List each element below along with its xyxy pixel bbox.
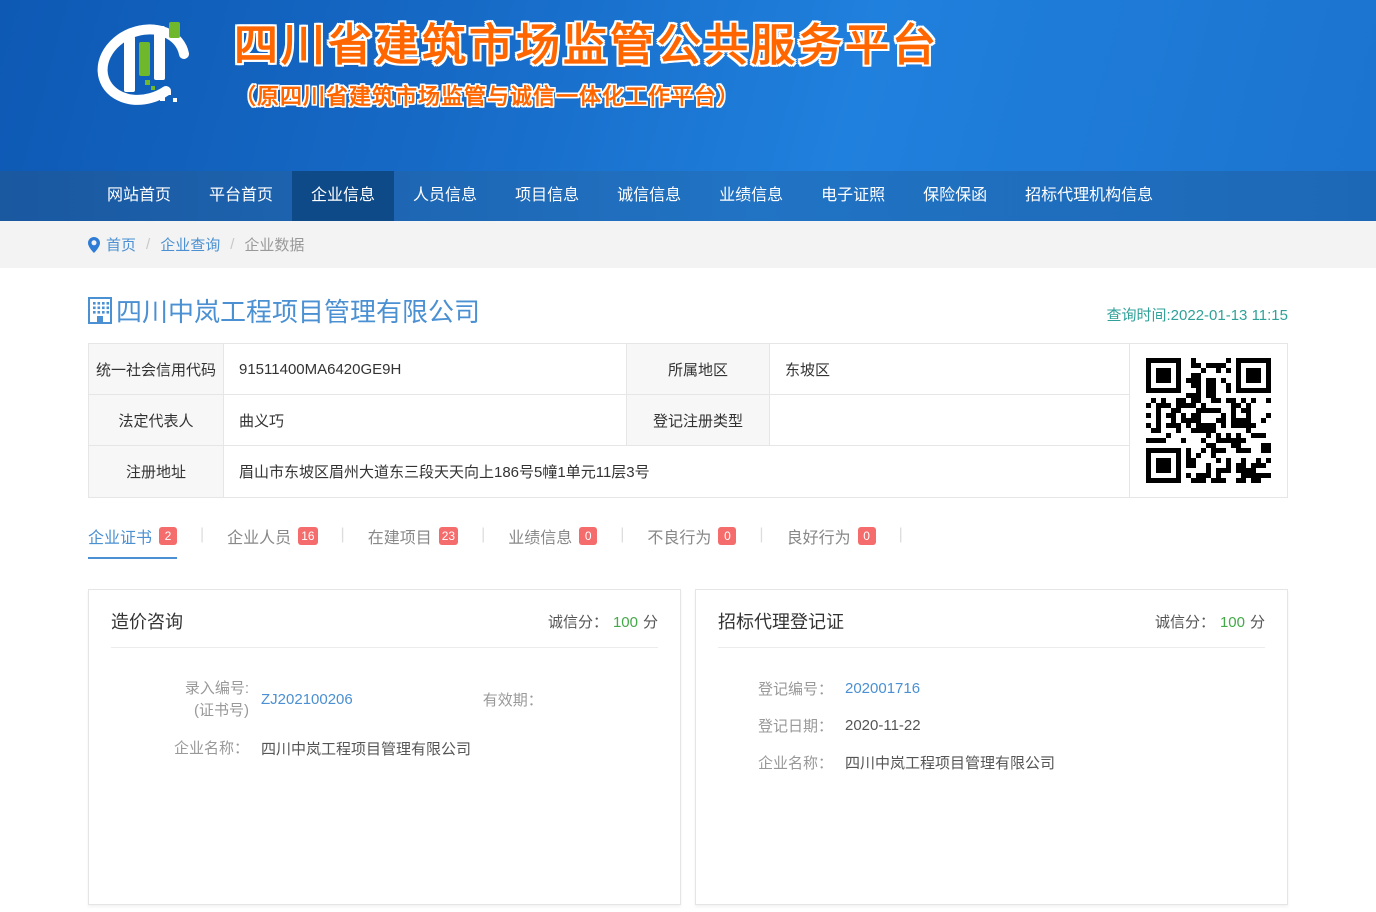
breadcrumb-enterprise-query-link[interactable]: 企业查询 <box>160 234 220 255</box>
company-title: 四川中岚工程项目管理有限公司 <box>88 292 480 329</box>
breadcrumb-home-link[interactable]: 首页 <box>106 234 136 255</box>
tab-enterprise-personnel[interactable]: 企业人员 16 <box>227 524 317 559</box>
reg-type-value <box>770 395 1130 446</box>
reg-date-value: 2020-11-22 <box>845 717 921 734</box>
breadcrumb-current: 企业数据 <box>244 234 304 255</box>
tab-label: 企业证书 <box>88 524 152 548</box>
nav-item-performance-info[interactable]: 业绩信息 <box>700 171 802 221</box>
credit-score: 诚信分： 100 分 <box>548 611 658 632</box>
credit-score-label: 诚信分： <box>548 614 608 631</box>
nav-item-insurance-guarantee[interactable]: 保险保函 <box>904 171 1006 221</box>
credit-score-unit: 分 <box>643 614 658 631</box>
validity-label: 有效期： <box>483 689 543 710</box>
site-subtitle: （原四川省建筑市场监管与诚信一体化工作平台） <box>234 79 939 111</box>
credit-score-value: 100 <box>1220 614 1245 631</box>
company-name-label: 企业名称： <box>718 752 833 773</box>
nav-item-site-home[interactable]: 网站首页 <box>88 171 190 221</box>
region-value: 东坡区 <box>770 344 1130 395</box>
tab-count-badge: 2 <box>159 527 177 545</box>
region-label: 所属地区 <box>627 344 770 395</box>
tab-enterprise-certificates[interactable]: 企业证书 2 <box>88 524 177 559</box>
company-name: 四川中岚工程项目管理有限公司 <box>116 292 480 329</box>
reg-no-link[interactable]: 202001716 <box>845 680 920 697</box>
tab-label: 业绩信息 <box>508 524 572 548</box>
tab-label: 良好行为 <box>787 524 851 548</box>
credit-score-label: 诚信分： <box>1155 614 1215 631</box>
detail-tabs: 企业证书 2 | 企业人员 16 | 在建项目 23 | 业绩信息 0 | 不良… <box>88 524 1288 559</box>
certificate-card-bidding-agency: 招标代理登记证 诚信分： 100 分 登记编号： 202001716 登记日期： 2… <box>695 589 1288 905</box>
reg-date-label: 登记日期： <box>718 715 833 736</box>
tab-good-behavior[interactable]: 良好行为 0 <box>787 524 876 559</box>
nav-item-enterprise-info[interactable]: 企业信息 <box>292 171 394 221</box>
legal-rep-label: 法定代表人 <box>89 395 224 446</box>
platform-logo-icon <box>88 12 198 124</box>
tab-separator: | <box>481 524 485 546</box>
card-title: 造价咨询 <box>111 608 183 634</box>
breadcrumb-separator: / <box>230 236 234 253</box>
tab-label: 不良行为 <box>647 524 711 548</box>
legal-rep-value: 曲义巧 <box>224 395 627 446</box>
tab-count-badge: 0 <box>858 527 876 545</box>
site-title: 四川省建筑市场监管公共服务平台 <box>234 22 939 70</box>
cert-no-label: 录入编号: (证书号) <box>111 678 249 722</box>
nav-item-personnel-info[interactable]: 人员信息 <box>394 171 496 221</box>
site-header: 四川省建筑市场监管公共服务平台 （原四川省建筑市场监管与诚信一体化工作平台） <box>0 0 1376 171</box>
qr-code <box>1130 344 1287 497</box>
credit-score: 诚信分： 100 分 <box>1155 611 1265 632</box>
nav-item-project-info[interactable]: 项目信息 <box>496 171 598 221</box>
tab-separator: | <box>341 524 345 546</box>
nav-item-platform-home[interactable]: 平台首页 <box>190 171 292 221</box>
main-nav: 网站首页 平台首页 企业信息 人员信息 项目信息 诚信信息 业绩信息 电子证照 … <box>0 171 1376 221</box>
tab-separator: | <box>200 524 204 546</box>
company-name-value: 四川中岚工程项目管理有限公司 <box>845 752 1055 773</box>
tab-bad-behavior[interactable]: 不良行为 0 <box>647 524 736 559</box>
nav-item-bidding-agency-info[interactable]: 招标代理机构信息 <box>1006 171 1172 221</box>
cert-no-link[interactable]: ZJ202100206 <box>261 691 353 708</box>
breadcrumb-bar: 首页 / 企业查询 / 企业数据 <box>0 221 1376 268</box>
company-name-label: 企业名称： <box>111 738 249 760</box>
tab-count-badge: 16 <box>298 527 317 545</box>
reg-type-label: 登记注册类型 <box>627 395 770 446</box>
address-label: 注册地址 <box>89 446 224 497</box>
tab-label: 企业人员 <box>227 524 291 548</box>
address-value: 眉山市东坡区眉州大道东三段天天向上186号5幢1单元11层3号 <box>224 446 1130 497</box>
card-title: 招标代理登记证 <box>718 608 844 634</box>
location-pin-icon <box>88 237 100 253</box>
tab-separator: | <box>899 524 903 546</box>
tab-projects-in-progress[interactable]: 在建项目 23 <box>368 524 458 559</box>
breadcrumb-separator: / <box>146 236 150 253</box>
reg-no-label: 登记编号： <box>718 678 833 699</box>
credit-code-label: 统一社会信用代码 <box>89 344 224 395</box>
tab-label: 在建项目 <box>368 524 432 548</box>
tab-count-badge: 0 <box>718 527 736 545</box>
credit-score-value: 100 <box>613 614 638 631</box>
building-icon <box>88 297 112 324</box>
credit-code-value: 91511400MA6420GE9H <box>224 344 627 395</box>
tab-count-badge: 0 <box>579 527 597 545</box>
tab-performance-info[interactable]: 业绩信息 0 <box>508 524 597 559</box>
tab-count-badge: 23 <box>439 527 458 545</box>
tab-separator: | <box>759 524 763 546</box>
nav-item-credit-info[interactable]: 诚信信息 <box>598 171 700 221</box>
nav-item-e-certificate[interactable]: 电子证照 <box>802 171 904 221</box>
tab-separator: | <box>620 524 624 546</box>
company-name-value: 四川中岚工程项目管理有限公司 <box>261 738 471 759</box>
breadcrumb: 首页 / 企业查询 / 企业数据 <box>88 221 1288 268</box>
page: 四川省建筑市场监管公共服务平台 （原四川省建筑市场监管与诚信一体化工作平台） 网… <box>0 0 1376 912</box>
certificate-card-cost-consulting: 造价咨询 诚信分： 100 分 录入编号: (证书号) ZJ202100206 有效… <box>88 589 681 905</box>
query-time: 查询时间:2022-01-13 11:15 <box>1107 304 1289 329</box>
company-info-table: 统一社会信用代码 91511400MA6420GE9H 所属地区 东坡区 法定代… <box>88 343 1288 498</box>
credit-score-unit: 分 <box>1250 614 1265 631</box>
